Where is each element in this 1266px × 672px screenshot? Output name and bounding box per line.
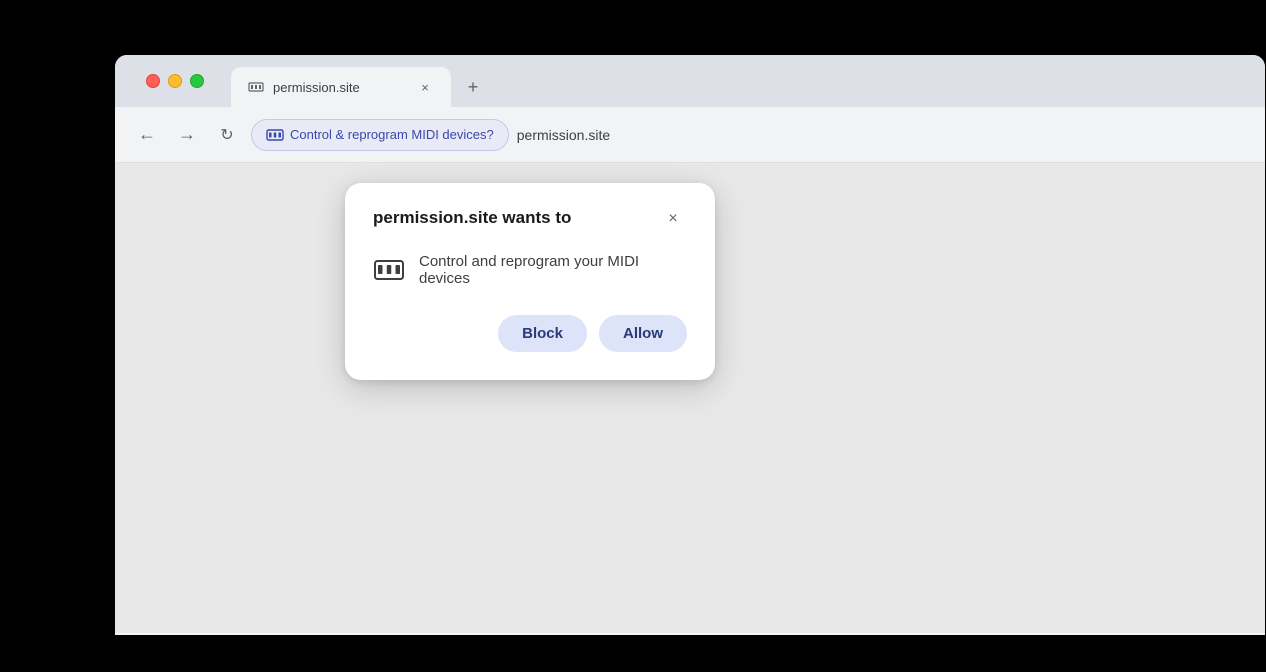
dialog-permission-text: Control and reprogram your MIDI devices <box>419 253 687 287</box>
reload-icon: ↻ <box>220 125 233 145</box>
minimize-window-button[interactable] <box>168 74 182 88</box>
reload-button[interactable]: ↻ <box>211 119 243 151</box>
allow-button[interactable]: Allow <box>599 315 687 352</box>
permission-pill[interactable]: Control & reprogram MIDI devices? <box>251 119 509 151</box>
browser-window: permission.site × + ← → ↻ <box>115 55 1265 635</box>
new-tab-button[interactable]: + <box>459 73 487 101</box>
address-bar-area: Control & reprogram MIDI devices? permis… <box>251 119 1249 151</box>
close-window-button[interactable] <box>146 74 160 88</box>
forward-icon: → <box>178 124 196 145</box>
dialog-title: permission.site wants to <box>373 207 571 229</box>
forward-button[interactable]: → <box>171 119 203 151</box>
block-button[interactable]: Block <box>498 315 587 352</box>
page-content: permission.site wants to × Control and r… <box>115 163 1265 633</box>
tab-close-button[interactable]: × <box>415 77 435 97</box>
permission-pill-text: Control & reprogram MIDI devices? <box>290 127 494 142</box>
permission-dialog: permission.site wants to × Control and r… <box>345 183 715 380</box>
dialog-close-button[interactable]: × <box>659 205 687 233</box>
dialog-buttons: Block Allow <box>373 315 687 352</box>
dialog-permission-row: Control and reprogram your MIDI devices <box>373 253 687 287</box>
back-button[interactable]: ← <box>131 119 163 151</box>
dialog-midi-icon <box>373 254 405 286</box>
tab-favicon <box>247 78 265 96</box>
toolbar: ← → ↻ Control & reprogram MIDI devices? <box>115 107 1265 163</box>
tab-title: permission.site <box>273 80 407 95</box>
tab-bar: permission.site × + <box>115 55 1265 107</box>
midi-icon <box>248 79 264 95</box>
maximize-window-button[interactable] <box>190 74 204 88</box>
back-icon: ← <box>138 124 156 145</box>
dialog-header: permission.site wants to × <box>373 207 687 233</box>
address-text[interactable]: permission.site <box>517 127 610 143</box>
active-tab[interactable]: permission.site × <box>231 67 451 107</box>
midi-permission-icon <box>266 126 284 144</box>
